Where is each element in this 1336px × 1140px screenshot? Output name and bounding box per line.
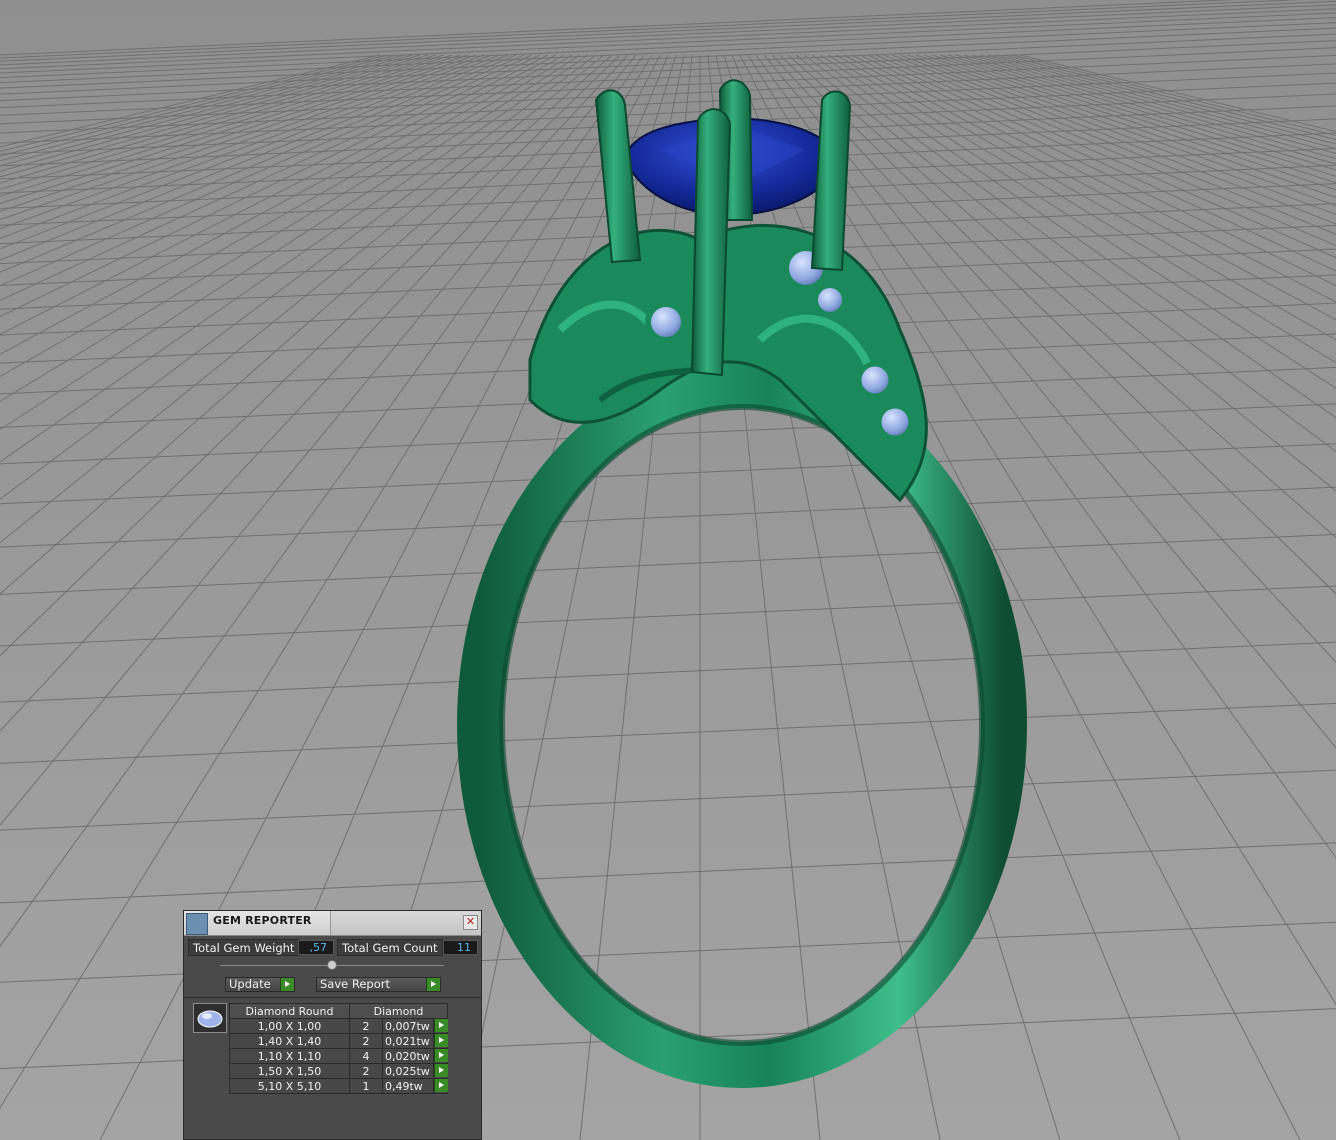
table-header-row: Diamond Round Diamond — [229, 1003, 448, 1019]
gem-weight: 0,49tw — [382, 1078, 434, 1094]
play-arrow-icon — [426, 978, 440, 991]
total-gem-weight-label: Total Gem Weight — [188, 939, 300, 956]
gem-count: 4 — [349, 1048, 383, 1064]
play-arrow-icon — [434, 1064, 448, 1077]
play-arrow-icon — [434, 1079, 448, 1092]
row-select-button[interactable] — [433, 1033, 448, 1049]
table-row: 1,50 X 1,50 2 0,025tw — [229, 1063, 448, 1079]
row-select-button[interactable] — [433, 1018, 448, 1034]
gem-weight: 0,025tw — [382, 1063, 434, 1079]
header-shape: Diamond Round — [229, 1003, 350, 1019]
gem-size: 1,10 X 1,10 — [229, 1048, 350, 1064]
table-row: 1,10 X 1,10 4 0,020tw — [229, 1048, 448, 1064]
table-row: 5,10 X 5,10 1 0,49tw — [229, 1078, 448, 1094]
gem-count: 1 — [349, 1078, 383, 1094]
gem-size: 5,10 X 5,10 — [229, 1078, 350, 1094]
row-select-button[interactable] — [433, 1063, 448, 1079]
gem-count: 2 — [349, 1063, 383, 1079]
update-button-label: Update — [229, 977, 271, 991]
play-arrow-icon — [280, 978, 294, 991]
gem-size: 1,40 X 1,40 — [229, 1033, 350, 1049]
gem-reporter-panel[interactable]: GEM REPORTER ✕ Total Gem Weight ,57 Tota… — [183, 910, 482, 1140]
save-report-button-label: Save Report — [320, 977, 391, 991]
table-row: 1,40 X 1,40 2 0,021tw — [229, 1033, 448, 1049]
gem-size: 1,50 X 1,50 — [229, 1063, 350, 1079]
gem-weight: 0,020tw — [382, 1048, 434, 1064]
gem-weight: 0,021tw — [382, 1033, 434, 1049]
panel-title-tab: GEM REPORTER — [184, 911, 331, 935]
panel-divider — [184, 997, 481, 998]
close-icon[interactable]: ✕ — [463, 915, 478, 930]
table-row: 1,00 X 1,00 2 0,007tw — [229, 1018, 448, 1034]
play-arrow-icon — [434, 1019, 448, 1032]
row-select-button[interactable] — [433, 1078, 448, 1094]
gem-table: Diamond Round Diamond 1,00 X 1,00 2 0,00… — [229, 1003, 448, 1094]
gem-size: 1,00 X 1,00 — [229, 1018, 350, 1034]
gem-weight: 0,007tw — [382, 1018, 434, 1034]
row-select-button[interactable] — [433, 1048, 448, 1064]
gem-count: 2 — [349, 1018, 383, 1034]
slider-knob[interactable] — [327, 960, 337, 970]
header-material: Diamond — [349, 1003, 448, 1019]
play-arrow-icon — [434, 1034, 448, 1047]
panel-title: GEM REPORTER — [213, 914, 312, 927]
panel-titlebar[interactable]: GEM REPORTER ✕ — [184, 911, 481, 936]
total-gem-weight-value: ,57 — [298, 940, 334, 955]
gem-count: 2 — [349, 1033, 383, 1049]
update-button[interactable]: Update — [225, 977, 295, 992]
gem-reporter-logo-icon — [186, 913, 208, 935]
save-report-button[interactable]: Save Report — [316, 977, 441, 992]
total-gem-count-value: 11 — [443, 940, 478, 955]
total-gem-count-label: Total Gem Count — [337, 939, 443, 956]
play-arrow-icon — [434, 1049, 448, 1062]
oval-gem-icon[interactable] — [193, 1003, 227, 1033]
